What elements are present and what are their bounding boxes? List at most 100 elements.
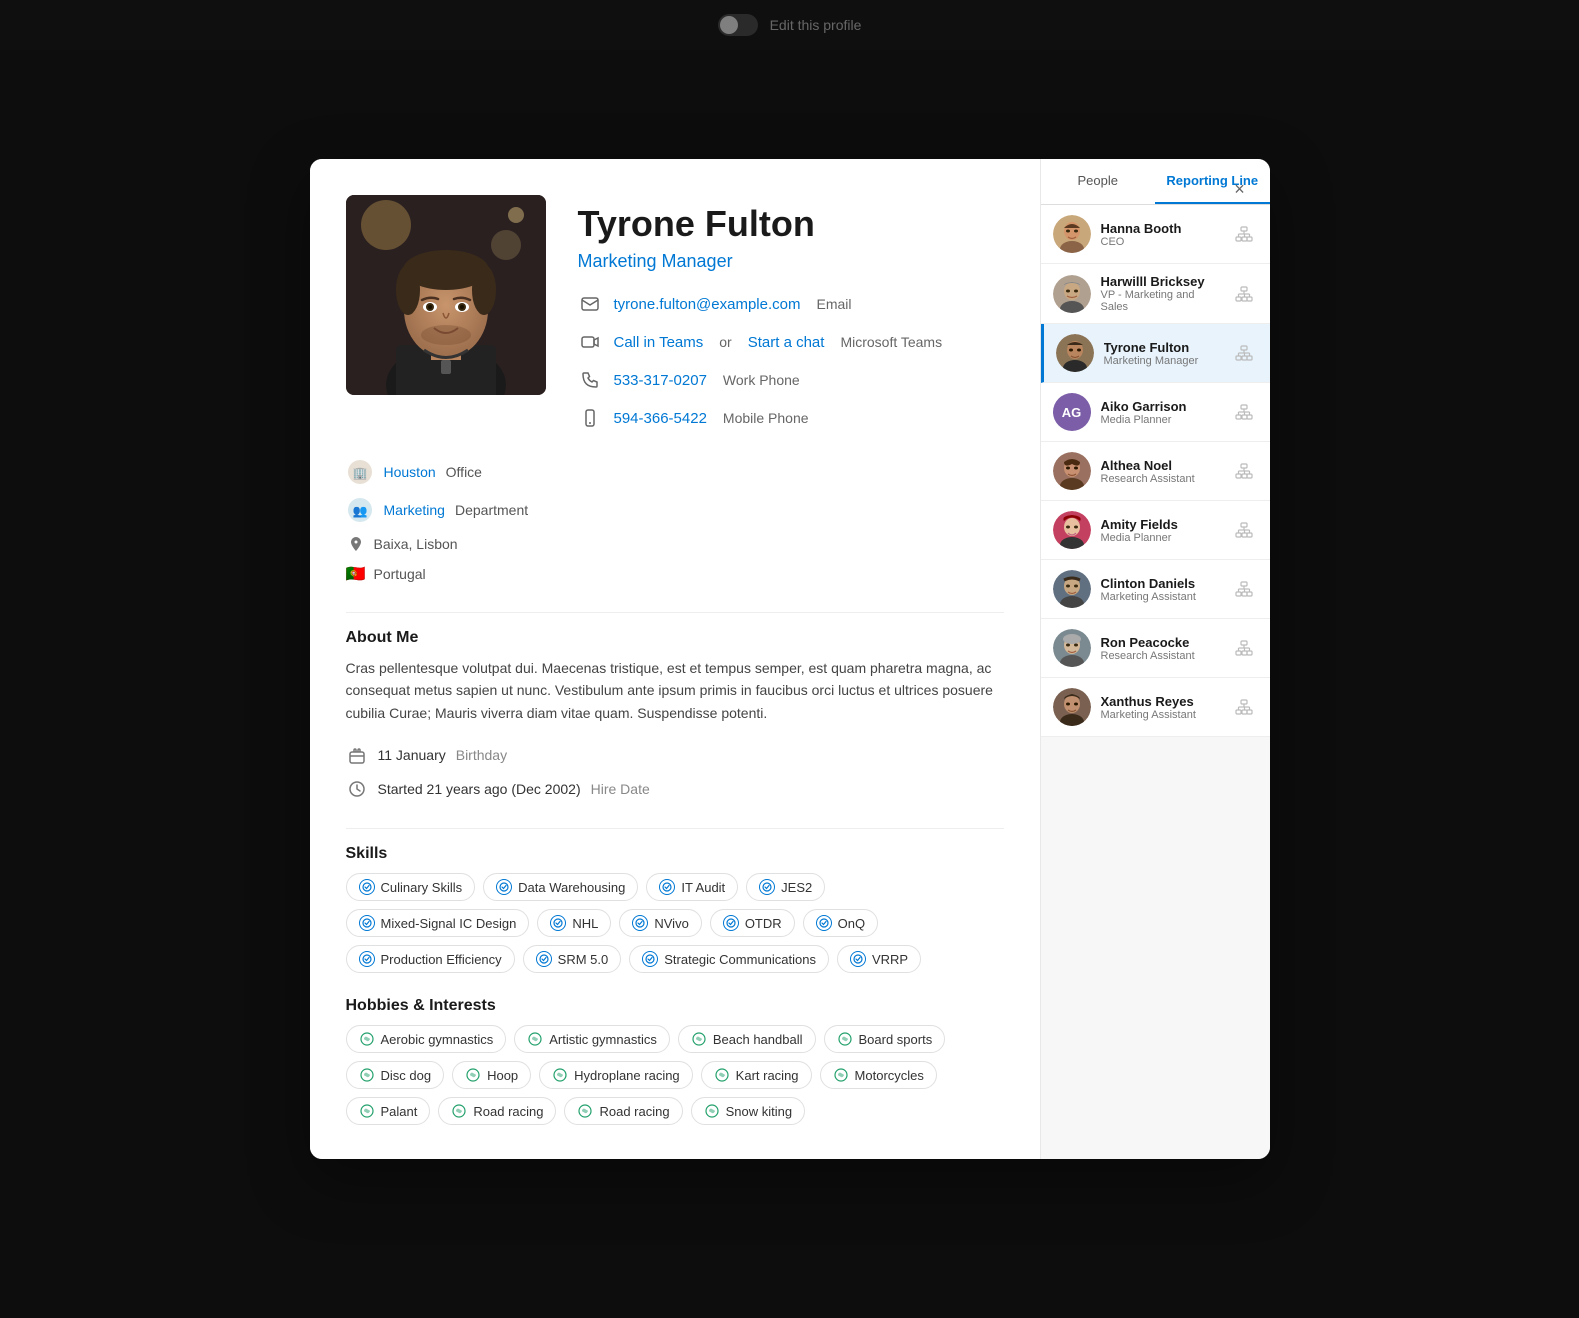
hobby-icon [714, 1067, 730, 1083]
person-list-item[interactable]: Hanna Booth CEO [1041, 205, 1270, 264]
hobby-tag[interactable]: Board sports [824, 1025, 946, 1053]
person-org-chart-icon[interactable] [1230, 398, 1258, 426]
person-details: Althea Noel Research Assistant [1101, 458, 1220, 485]
person-list-item[interactable]: Ron Peacocke Research Assistant [1041, 619, 1270, 678]
hobby-tag[interactable]: Hydroplane racing [539, 1061, 693, 1089]
hire-date-value: Started 21 years ago (Dec 2002) [378, 781, 581, 797]
skill-tag[interactable]: JES2 [746, 873, 825, 901]
teams-chat-link[interactable]: Start a chat [748, 334, 825, 351]
skill-tag[interactable]: OnQ [803, 909, 878, 937]
person-list-item[interactable]: AG Aiko Garrison Media Planner [1041, 383, 1270, 442]
department-link[interactable]: Marketing [384, 502, 445, 518]
skill-tag[interactable]: SRM 5.0 [523, 945, 622, 973]
skills-section: Skills Culinary Skills Data Warehousing … [346, 845, 1004, 973]
skill-tag[interactable]: VRRP [837, 945, 921, 973]
person-org-chart-icon[interactable] [1230, 339, 1258, 367]
person-org-chart-icon[interactable] [1230, 457, 1258, 485]
email-icon [578, 292, 602, 316]
work-phone-link[interactable]: 533-317-0207 [614, 372, 707, 389]
person-details: Hanna Booth CEO [1101, 221, 1220, 248]
hobby-tag[interactable]: Motorcycles [820, 1061, 937, 1089]
close-button[interactable]: × [1224, 173, 1256, 205]
work-phone-label: Work Phone [723, 372, 800, 388]
hobbies-title: Hobbies & Interests [346, 997, 1004, 1015]
teams-label: Microsoft Teams [840, 334, 942, 350]
office-icon-container: 🏢 [346, 458, 374, 486]
skill-tag[interactable]: IT Audit [646, 873, 738, 901]
email-link[interactable]: tyrone.fulton@example.com [614, 296, 801, 313]
avatar [1053, 275, 1091, 313]
hobby-tag[interactable]: Artistic gymnastics [514, 1025, 670, 1053]
department-label: Department [455, 502, 528, 518]
hobby-icon [451, 1103, 467, 1119]
person-role: Research Assistant [1101, 650, 1220, 662]
person-org-chart-icon[interactable] [1230, 693, 1258, 721]
skill-icon [550, 915, 566, 931]
skill-tag[interactable]: OTDR [710, 909, 795, 937]
skill-icon [496, 879, 512, 895]
person-org-chart-icon[interactable] [1230, 220, 1258, 248]
avatar [1053, 688, 1091, 726]
skill-icon [536, 951, 552, 967]
person-org-chart-icon[interactable] [1230, 280, 1258, 308]
teams-call-link[interactable]: Call in Teams [614, 334, 704, 351]
profile-modal: × [310, 159, 1270, 1159]
hobby-tag[interactable]: Hoop [452, 1061, 531, 1089]
person-details: Xanthus Reyes Marketing Assistant [1101, 694, 1220, 721]
office-item: 🏢 Houston Office [346, 458, 1004, 486]
person-list-item[interactable]: Althea Noel Research Assistant [1041, 442, 1270, 501]
sidebar-tab-people[interactable]: People [1041, 159, 1156, 204]
hobby-tag[interactable]: Beach handball [678, 1025, 816, 1053]
person-list-item[interactable]: Tyrone Fulton Marketing Manager [1041, 324, 1270, 383]
hobby-icon [552, 1067, 568, 1083]
skill-tag[interactable]: Mixed-Signal IC Design [346, 909, 530, 937]
skill-tag[interactable]: Strategic Communications [629, 945, 829, 973]
hobby-icon [359, 1103, 375, 1119]
person-details: Aiko Garrison Media Planner [1101, 399, 1220, 426]
hobby-tag[interactable]: Aerobic gymnastics [346, 1025, 507, 1053]
profile-title: Marketing Manager [578, 251, 1004, 272]
skill-tag[interactable]: Culinary Skills [346, 873, 476, 901]
person-details: Tyrone Fulton Marketing Manager [1104, 340, 1220, 367]
person-list-item[interactable]: Clinton Daniels Marketing Assistant [1041, 560, 1270, 619]
hobby-icon [359, 1031, 375, 1047]
department-item: 👥 Marketing Department [346, 496, 1004, 524]
hobby-tag[interactable]: Palant [346, 1097, 431, 1125]
mobile-phone-link[interactable]: 594-366-5422 [614, 410, 707, 427]
skill-icon [642, 951, 658, 967]
location-item: Baixa, Lisbon [346, 534, 1004, 554]
person-name: Tyrone Fulton [1104, 340, 1220, 355]
person-role: CEO [1101, 236, 1220, 248]
hobby-tag[interactable]: Road racing [438, 1097, 556, 1125]
person-list-item[interactable]: Xanthus Reyes Marketing Assistant [1041, 678, 1270, 737]
flag-icon: 🇵🇹 [346, 564, 366, 584]
skill-tag[interactable]: NHL [537, 909, 611, 937]
skill-tag[interactable]: Production Efficiency [346, 945, 515, 973]
person-role: Marketing Assistant [1101, 709, 1220, 721]
hobby-tag[interactable]: Kart racing [701, 1061, 812, 1089]
hobbies-section: Hobbies & Interests Aerobic gymnastics A… [346, 997, 1004, 1125]
person-role: Marketing Assistant [1101, 591, 1220, 603]
person-org-chart-icon[interactable] [1230, 575, 1258, 603]
person-list-item[interactable]: Amity Fields Media Planner [1041, 501, 1270, 560]
hobby-tag[interactable]: Snow kiting [691, 1097, 805, 1125]
skill-tag[interactable]: NVivo [619, 909, 701, 937]
person-org-chart-icon[interactable] [1230, 634, 1258, 662]
work-phone-item: 533-317-0207 Work Phone [578, 368, 1004, 392]
hobby-tag[interactable]: Road racing [564, 1097, 682, 1125]
hobby-icon [704, 1103, 720, 1119]
profile-header: Tyrone Fulton Marketing Manager tyro [346, 195, 1004, 430]
skill-tag[interactable]: Data Warehousing [483, 873, 638, 901]
skill-icon [659, 879, 675, 895]
person-list-item[interactable]: Harwilll Bricksey VP - Marketing and Sal… [1041, 264, 1270, 324]
hobby-icon [833, 1067, 849, 1083]
email-item: tyrone.fulton@example.com Email [578, 292, 1004, 316]
modal-main-content: Tyrone Fulton Marketing Manager tyro [310, 159, 1040, 1159]
hobby-tag[interactable]: Disc dog [346, 1061, 445, 1089]
mobile-icon [578, 406, 602, 430]
person-org-chart-icon[interactable] [1230, 516, 1258, 544]
person-details: Harwilll Bricksey VP - Marketing and Sal… [1101, 274, 1220, 313]
skill-icon [759, 879, 775, 895]
country-text: Portugal [374, 566, 426, 582]
office-link[interactable]: Houston [384, 464, 436, 480]
